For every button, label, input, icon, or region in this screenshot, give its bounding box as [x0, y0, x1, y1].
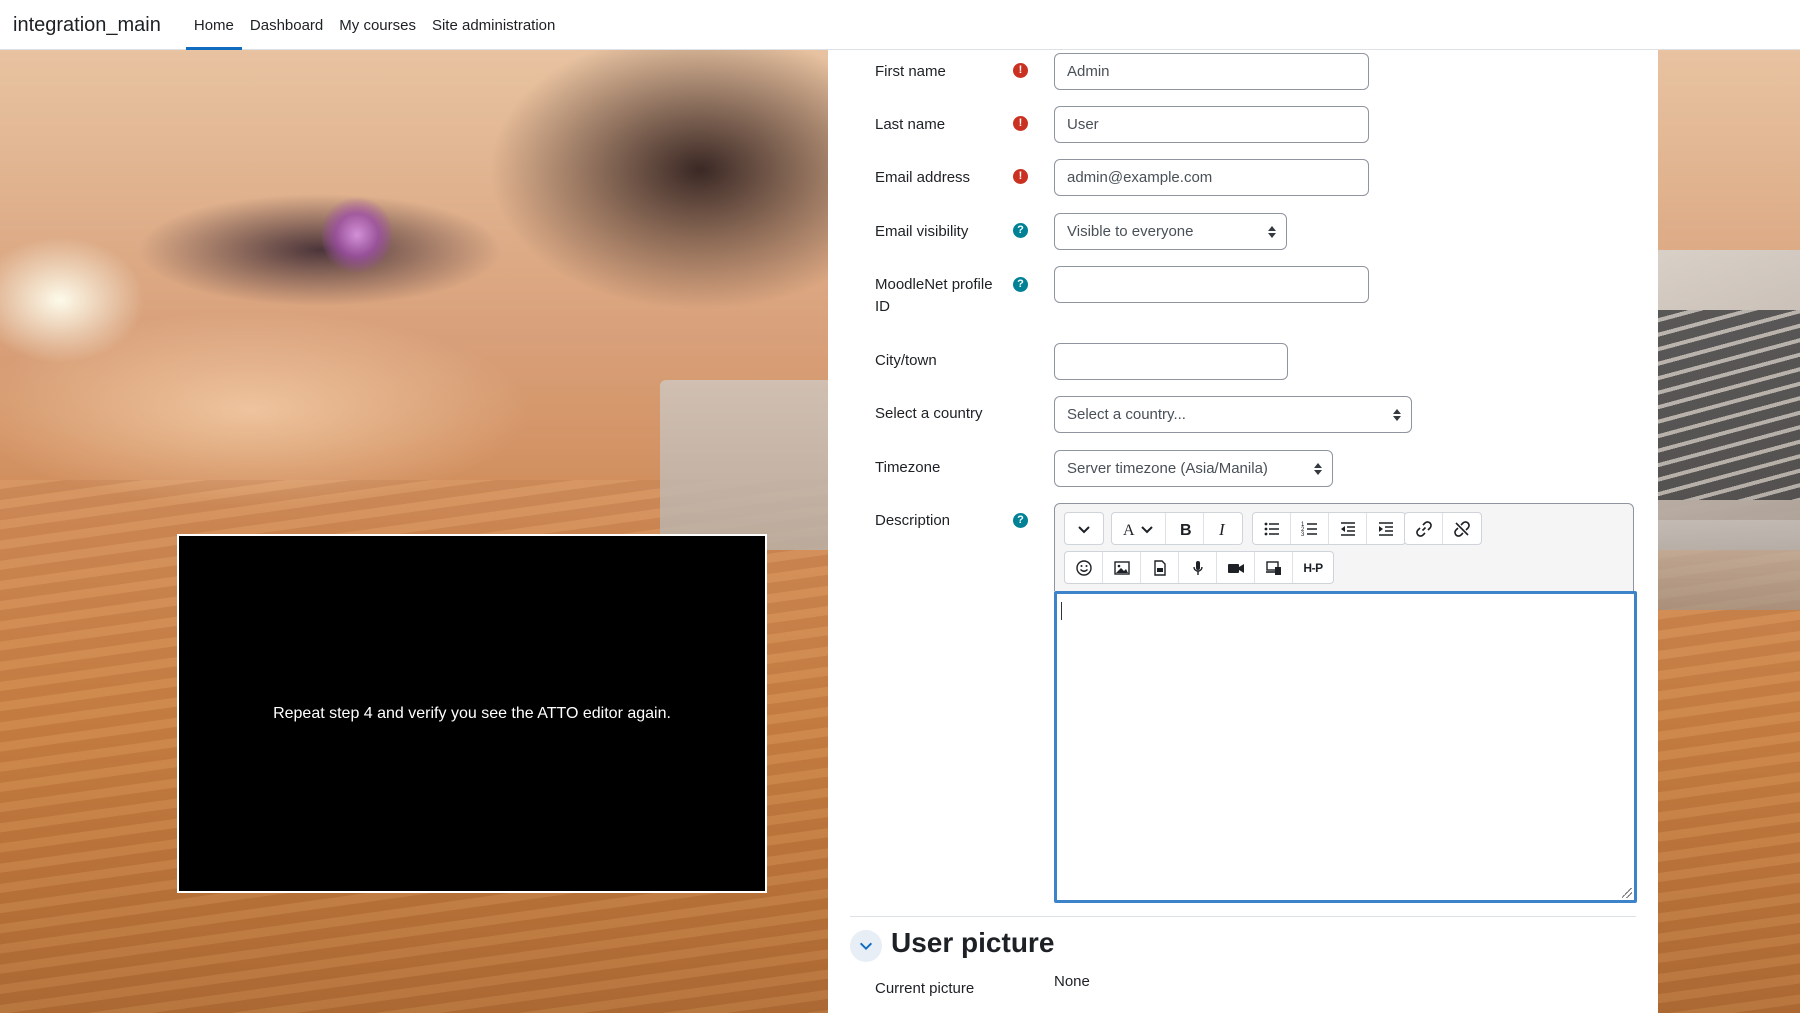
timezone-label: Timezone [875, 459, 941, 476]
editor-content-area[interactable] [1054, 591, 1637, 903]
first-name-value: Admin [1067, 63, 1110, 80]
description-row: Description [875, 510, 1005, 532]
image-icon[interactable] [1103, 552, 1141, 583]
first-name-label: First name [875, 63, 946, 80]
toolbar-group-style: A B I [1111, 512, 1243, 545]
toolbar-group-insert: H-P [1064, 551, 1334, 584]
indent-icon[interactable] [1367, 513, 1405, 544]
country-row: Select a country [875, 403, 1005, 425]
profile-form-panel: First name ! Admin Last name ! User Emai… [828, 50, 1658, 1013]
unlink-icon[interactable] [1443, 513, 1481, 544]
h5p-label: H-P [1303, 560, 1323, 575]
timezone-select[interactable]: Server timezone (Asia/Manila) [1054, 450, 1333, 487]
nav-home[interactable]: Home [185, 0, 242, 50]
description-label: Description [875, 512, 951, 529]
background-bokeh-light [322, 195, 392, 275]
toolbar-group-lists: 123 [1252, 512, 1406, 545]
background-keyboard [1650, 310, 1800, 500]
svg-text:I: I [1218, 520, 1226, 538]
svg-text:B: B [1180, 522, 1192, 538]
unordered-list-icon[interactable] [1253, 513, 1291, 544]
section-collapse-toggle[interactable] [850, 930, 882, 962]
outdent-icon[interactable] [1329, 513, 1367, 544]
required-icon: ! [1013, 169, 1028, 184]
moodlenet-label: MoodleNet profile ID [875, 276, 993, 315]
select-arrows-icon [1393, 408, 1401, 421]
email-label: Email address [875, 169, 971, 186]
required-icon: ! [1013, 63, 1028, 78]
text-caret [1061, 602, 1062, 620]
emoji-icon[interactable] [1065, 552, 1103, 583]
instruction-message: Repeat step 4 and verify you see the ATT… [273, 704, 671, 722]
last-name-row: Last name [875, 114, 1005, 136]
site-brand[interactable]: integration_main [0, 0, 174, 50]
current-picture-label: Current picture [875, 980, 975, 997]
email-visibility-value: Visible to everyone [1067, 223, 1194, 240]
nav-site-administration[interactable]: Site administration [424, 0, 563, 50]
timezone-value: Server timezone (Asia/Manila) [1067, 460, 1268, 477]
country-select[interactable]: Select a country... [1054, 396, 1412, 433]
last-name-input[interactable]: User [1054, 106, 1369, 143]
help-icon[interactable]: ? [1013, 277, 1028, 292]
link-icon[interactable] [1405, 513, 1443, 544]
last-name-value: User [1067, 116, 1099, 133]
city-row: City/town [875, 350, 1005, 372]
collapse-icon[interactable] [1065, 513, 1103, 544]
toolbar-group-collapse [1064, 512, 1104, 545]
nav-my-courses[interactable]: My courses [331, 0, 424, 50]
first-name-input[interactable]: Admin [1054, 53, 1369, 90]
city-label: City/town [875, 352, 937, 369]
email-input[interactable]: admin@example.com [1054, 159, 1369, 196]
email-visibility-label: Email visibility [875, 223, 969, 240]
top-navbar: integration_main Home Dashboard My cours… [0, 0, 1800, 50]
timezone-row: Timezone [875, 457, 1005, 479]
ordered-list-icon[interactable]: 123 [1291, 513, 1329, 544]
email-visibility-row: Email visibility [875, 221, 1005, 243]
city-input[interactable] [1054, 343, 1288, 380]
help-icon[interactable]: ? [1013, 223, 1028, 238]
email-value: admin@example.com [1067, 169, 1213, 186]
bold-icon[interactable]: B [1166, 513, 1204, 544]
email-row: Email address [875, 167, 1005, 189]
editor-toolbar: A B I 123 H-P [1054, 503, 1634, 591]
section-divider [850, 916, 1636, 917]
moodlenet-input[interactable] [1054, 266, 1369, 303]
font-color-icon[interactable]: A [1112, 513, 1166, 544]
media-file-icon[interactable] [1141, 552, 1179, 583]
country-label: Select a country [875, 405, 983, 422]
record-audio-icon[interactable] [1179, 552, 1217, 583]
italic-icon[interactable]: I [1204, 513, 1242, 544]
last-name-label: Last name [875, 116, 946, 133]
manage-files-icon[interactable] [1255, 552, 1293, 583]
svg-text:3: 3 [1301, 532, 1305, 538]
toolbar-group-links [1404, 512, 1482, 545]
atto-editor: A B I 123 H-P [1054, 503, 1637, 903]
help-icon[interactable]: ? [1013, 513, 1028, 528]
h5p-icon[interactable]: H-P [1293, 552, 1333, 583]
email-visibility-select[interactable]: Visible to everyone [1054, 213, 1287, 250]
nav-dashboard[interactable]: Dashboard [242, 0, 331, 50]
resize-grip-icon[interactable] [1622, 888, 1632, 898]
current-picture-value: None [1054, 973, 1090, 990]
moodlenet-row: MoodleNet profile ID [875, 274, 1005, 318]
first-name-row: First name [875, 61, 1005, 83]
chevron-down-icon [859, 942, 873, 951]
select-arrows-icon [1314, 462, 1322, 475]
user-picture-heading: User picture [891, 927, 1055, 958]
svg-text:A: A [1123, 522, 1135, 538]
country-value: Select a country... [1067, 406, 1186, 423]
select-arrows-icon [1268, 225, 1276, 238]
record-video-icon[interactable] [1217, 552, 1255, 583]
instruction-overlay: Repeat step 4 and verify you see the ATT… [177, 534, 767, 893]
required-icon: ! [1013, 116, 1028, 131]
